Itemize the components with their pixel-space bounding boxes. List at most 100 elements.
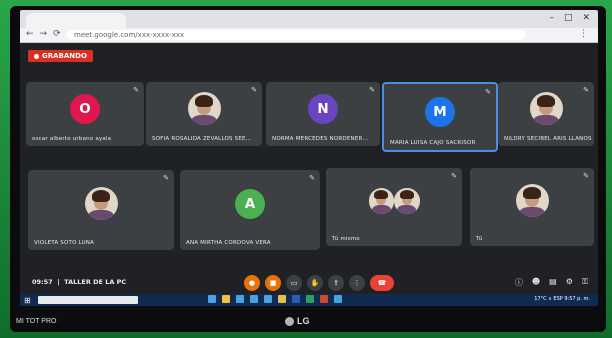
pin-icon[interactable]: ✎ xyxy=(309,174,315,182)
meeting-info: 09:57 | TALLER DE LA PC xyxy=(32,278,127,286)
participant-tile[interactable]: ✎ A ANA MIRTHA CORDOVA VERA xyxy=(180,170,320,250)
powerpoint-icon[interactable] xyxy=(320,295,328,303)
store-icon[interactable] xyxy=(250,295,258,303)
watermark: MI TOT PRO xyxy=(16,318,57,325)
avatar-photo xyxy=(529,92,563,126)
participant-tile[interactable]: ✎ N NORMA MERCEDES NORDENER... xyxy=(266,82,380,146)
url-field[interactable]: meet.google.com/xxx-xxxx-xxx xyxy=(66,30,526,40)
chat-icon[interactable]: ▤ xyxy=(549,277,557,288)
browser-tab[interactable] xyxy=(26,13,126,28)
mail-icon[interactable] xyxy=(264,295,272,303)
nav-buttons: ← → ⟳ xyxy=(26,29,61,39)
participant-name: Tú xyxy=(476,236,483,242)
url-text: meet.google.com/xxx-xxxx-xxx xyxy=(74,31,185,39)
avatar-body xyxy=(533,114,559,126)
lock-icon[interactable]: ⚿ xyxy=(582,277,588,288)
system-tray[interactable]: 17°C ∧ ESP 9:57 p. m. xyxy=(534,296,590,302)
back-icon[interactable]: ← xyxy=(26,29,34,39)
recording-label: GRABANDO xyxy=(42,52,87,60)
participant-name: Tú mismo xyxy=(332,236,360,242)
activities-icon[interactable]: ⚙ xyxy=(566,277,573,288)
side-panel-controls: ⓘ ☻ ▤ ⚙ ⚿ xyxy=(515,277,588,288)
avatar-photo xyxy=(368,188,394,214)
pin-icon[interactable]: ✎ xyxy=(163,174,169,182)
excel-icon[interactable] xyxy=(306,295,314,303)
meeting-title: TALLER DE LA PC xyxy=(64,278,127,286)
avatar-body xyxy=(519,206,545,218)
window-controls: – □ ✕ xyxy=(549,13,590,23)
avatar: A xyxy=(235,188,265,219)
avatar: O xyxy=(70,93,100,124)
pin-icon[interactable]: ✎ xyxy=(251,86,257,94)
participant-tile[interactable]: ✎ Ooscar alberto urbano ayala xyxy=(26,82,144,146)
participant-tile[interactable]: ✎ VIOLETA SOTO LUNA xyxy=(28,170,174,250)
pin-icon[interactable]: ✎ xyxy=(369,86,375,94)
file-explorer-icon[interactable] xyxy=(222,295,230,303)
app-icon[interactable] xyxy=(334,295,342,303)
monitor-brand-logo: LG xyxy=(285,316,310,327)
avatar: N xyxy=(308,93,338,124)
avatar: M xyxy=(425,96,455,127)
avatar-hair xyxy=(399,190,414,200)
participant-name: MARIA LUISA CAJO SACRISOR xyxy=(390,140,476,146)
browser-menu-icon[interactable]: ⋮ xyxy=(579,29,588,39)
call-controls: ● ■ ▭ ✋ ⇪ ⋮ ☎ xyxy=(244,275,394,291)
avatar-hair xyxy=(374,190,389,200)
edge-icon[interactable] xyxy=(236,295,244,303)
people-icon[interactable]: ☻ xyxy=(532,277,540,288)
word-icon[interactable] xyxy=(292,295,300,303)
meeting-control-bar: 09:57 | TALLER DE LA PC ● ■ ▭ ✋ ⇪ ⋮ ☎ ⓘ … xyxy=(20,272,598,294)
close-icon[interactable]: ✕ xyxy=(582,13,590,23)
captions-icon[interactable]: ▭ xyxy=(286,275,302,291)
brand-text: LG xyxy=(297,316,310,326)
participant-name: ANA MIRTHA CORDOVA VERA xyxy=(186,240,271,246)
meeting-time: 09:57 xyxy=(32,278,53,286)
browser-tab-strip: – □ ✕ xyxy=(20,10,598,28)
raise-hand-icon[interactable]: ✋ xyxy=(307,275,323,291)
task-view-icon[interactable] xyxy=(208,295,216,303)
avatar-hair xyxy=(91,189,111,202)
info-icon[interactable]: ⓘ xyxy=(515,277,523,288)
pin-icon[interactable]: ✎ xyxy=(485,88,491,96)
avatar-hair xyxy=(536,95,556,107)
avatar-hair xyxy=(522,186,542,199)
recording-dot-icon xyxy=(34,53,39,59)
avatar-body xyxy=(191,114,217,126)
participant-tile[interactable]: ✎ Tú mismo xyxy=(326,168,462,246)
participant-tile[interactable]: ✎ M MARIA LUISA CAJO SACRISOR xyxy=(382,82,498,152)
microphone-icon[interactable]: ● xyxy=(244,275,260,291)
avatar-body xyxy=(88,209,114,221)
present-screen-icon[interactable]: ⇪ xyxy=(328,275,344,291)
avatar-photo xyxy=(84,187,118,221)
participant-name: SOFIA ROSALIDA ZEVALLOS SEE... xyxy=(152,136,252,142)
participant-name: oscar alberto urbano ayala xyxy=(32,136,112,142)
avatar-photo xyxy=(394,188,420,214)
recording-badge: GRABANDO xyxy=(28,50,93,62)
reload-icon[interactable]: ⟳ xyxy=(53,29,61,39)
avatar-photo xyxy=(515,184,549,218)
avatar-body xyxy=(371,205,391,214)
avatar-photo xyxy=(187,92,221,126)
pin-icon[interactable]: ✎ xyxy=(451,172,457,180)
windows-start-icon[interactable]: ⊞ xyxy=(24,296,31,305)
chrome-icon[interactable] xyxy=(278,295,286,303)
camera-icon[interactable]: ■ xyxy=(265,275,281,291)
pin-icon[interactable]: ✎ xyxy=(583,172,589,180)
address-bar: ← → ⟳ meet.google.com/xxx-xxxx-xxx ⋮ xyxy=(20,28,598,43)
pin-icon[interactable]: ✎ xyxy=(133,86,139,94)
taskbar-app-icons xyxy=(208,295,342,303)
participant-tile[interactable]: ✎ Tú xyxy=(470,168,594,246)
minimize-icon[interactable]: – xyxy=(549,13,554,23)
participant-tile[interactable]: ✎ NILDRY SECIBEL ARIS LLANOS xyxy=(498,82,594,146)
avatar-body xyxy=(397,205,417,214)
pin-icon[interactable]: ✎ xyxy=(583,86,589,94)
participant-tile[interactable]: ✎ SOFIA ROSALIDA ZEVALLOS SEE... xyxy=(146,82,262,146)
taskbar-search-box[interactable] xyxy=(38,296,138,304)
end-call-icon[interactable]: ☎ xyxy=(370,275,394,291)
forward-icon[interactable]: → xyxy=(40,29,48,39)
participant-name: NILDRY SECIBEL ARIS LLANOS xyxy=(504,136,592,142)
more-options-icon[interactable]: ⋮ xyxy=(349,275,365,291)
avatar-hair xyxy=(194,95,214,107)
participant-name: NORMA MERCEDES NORDENER... xyxy=(272,136,369,142)
maximize-icon[interactable]: □ xyxy=(564,13,573,23)
